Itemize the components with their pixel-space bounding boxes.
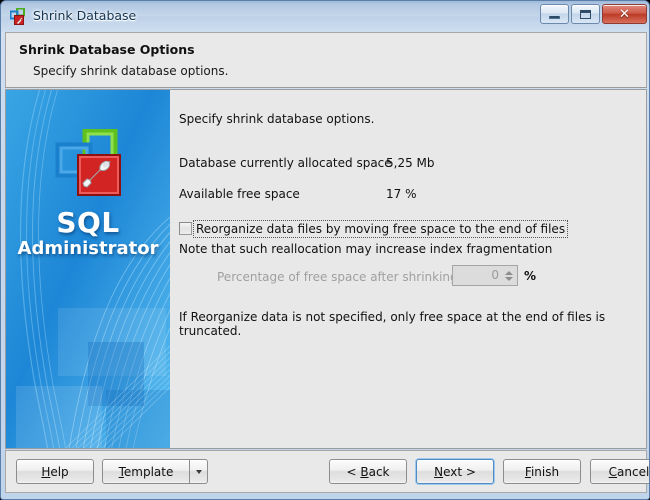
maximize-icon <box>580 9 591 19</box>
help-button[interactable]: Help <box>16 459 94 484</box>
template-button-label: Template <box>118 464 174 479</box>
cancel-button-label: Cancel <box>608 464 650 479</box>
back-button-label: < Back <box>346 464 390 479</box>
cancel-button[interactable]: Cancel <box>590 459 650 484</box>
database-shrink-icon <box>10 8 25 25</box>
window-title: Shrink Database <box>33 8 137 23</box>
sidebar-product-name: SQL <box>56 206 120 239</box>
close-icon: ✕ <box>619 6 630 22</box>
percentage-stepper[interactable]: 0 <box>452 265 518 286</box>
minimize-button[interactable] <box>540 4 569 24</box>
stat-label: Available free space <box>179 187 300 201</box>
stat-value: 5,25 Mb <box>386 156 435 170</box>
truncate-footnote: If Reorganize data is not specified, onl… <box>179 310 606 338</box>
finish-button-label: Finish <box>524 464 560 479</box>
next-button[interactable]: Next > <box>416 459 494 484</box>
window-controls: ✕ <box>540 4 647 24</box>
percent-unit-label: % <box>524 269 537 283</box>
close-button[interactable]: ✕ <box>602 4 647 24</box>
stepper-up-icon[interactable] <box>505 270 513 275</box>
stat-value: 17 % <box>386 187 417 201</box>
chevron-down-icon <box>195 469 202 474</box>
sidebar-banner: SQL Administrator <box>6 90 170 448</box>
page-title: Shrink Database Options <box>19 42 195 57</box>
template-button[interactable]: Template <box>102 459 190 484</box>
stepper-down-icon[interactable] <box>505 276 513 281</box>
wizard-header: Shrink Database Options Specify shrink d… <box>5 32 647 88</box>
percentage-value[interactable]: 0 <box>453 266 503 285</box>
template-dropdown-button[interactable] <box>190 459 208 484</box>
back-button[interactable]: < Back <box>329 459 407 484</box>
title-bar[interactable]: Shrink Database ✕ <box>1 1 649 32</box>
fragmentation-note: Note that such reallocation may increase… <box>179 242 553 256</box>
shrink-database-window: Shrink Database ✕ Shrink Database Option… <box>0 0 650 500</box>
percentage-field-label: Percentage of free space after shrinking <box>217 270 458 284</box>
help-button-label: Help <box>41 464 69 479</box>
maximize-button[interactable] <box>571 4 600 24</box>
minimize-icon <box>549 15 560 19</box>
stepper-arrows[interactable] <box>503 266 517 285</box>
checkbox-label[interactable]: Reorganize data files by moving free spa… <box>192 219 569 238</box>
next-button-label: Next > <box>434 464 476 479</box>
sql-administrator-logo <box>55 129 121 196</box>
options-content: Specify shrink database options. Databas… <box>171 90 646 448</box>
checkbox-box-icon[interactable] <box>179 222 192 235</box>
wizard-body: SQL Administrator Specify shrink databas… <box>5 89 647 449</box>
sidebar-product-subtitle: Administrator <box>17 238 159 259</box>
page-subtitle: Specify shrink database options. <box>33 64 229 78</box>
content-intro: Specify shrink database options. <box>179 112 375 126</box>
button-bar: Help Template < Back Next > Finish Cance… <box>5 450 650 493</box>
finish-button[interactable]: Finish <box>503 459 581 484</box>
stat-label: Database currently allocated space <box>179 156 392 170</box>
reorganize-data-files-checkbox[interactable]: Reorganize data files by moving free spa… <box>179 219 569 238</box>
